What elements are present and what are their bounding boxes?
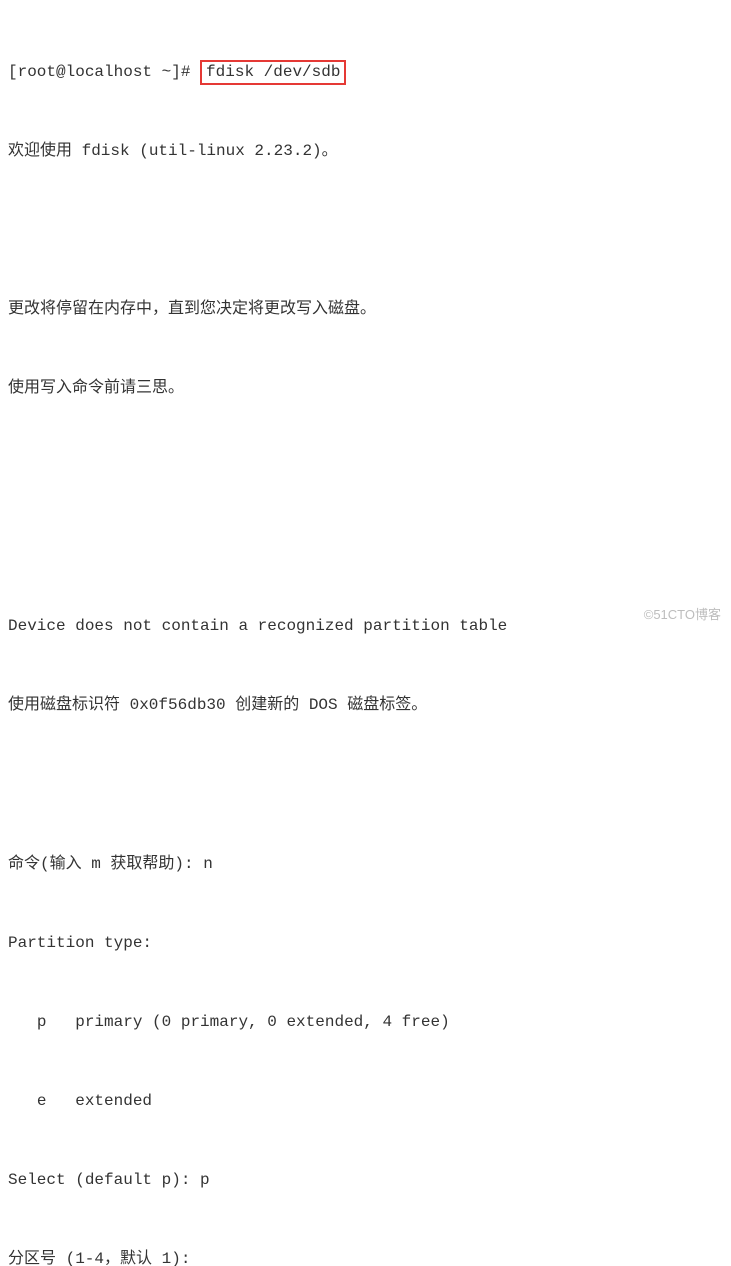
shell-prompt: [root@localhost ~]#: [8, 63, 200, 81]
output-line: p primary (0 primary, 0 extended, 4 free…: [8, 1009, 723, 1035]
select-prompt: Select (default p):: [8, 1171, 200, 1189]
fdisk-command-highlight: fdisk /dev/sdb: [200, 60, 346, 85]
output-line: 使用写入命令前请三思。: [8, 375, 723, 401]
cmd-prompt: 命令(输入 m 获取帮助):: [8, 855, 203, 873]
blank-line: [8, 534, 723, 560]
blank-line: [8, 455, 723, 481]
cmd-prompt-line: 命令(输入 m 获取帮助): n: [8, 851, 723, 877]
blank-line: [8, 771, 723, 797]
output-line: Device does not contain a recognized par…: [8, 613, 723, 639]
blank-line: [8, 217, 723, 243]
watermark-label: ©51CTO博客: [644, 604, 721, 625]
output-line: 更改将停留在内存中，直到您决定将更改写入磁盘。: [8, 296, 723, 322]
terminal-output: [root@localhost ~]# fdisk /dev/sdb 欢迎使用 …: [8, 6, 723, 1266]
select-line: Select (default p): p: [8, 1167, 723, 1193]
prompt-line: [root@localhost ~]# fdisk /dev/sdb: [8, 59, 723, 85]
output-line: e extended: [8, 1088, 723, 1114]
select-input-p[interactable]: p: [200, 1171, 210, 1189]
output-line: 欢迎使用 fdisk (util-linux 2.23.2)。: [8, 138, 723, 164]
output-line: Partition type:: [8, 930, 723, 956]
output-line: 分区号 (1-4，默认 1):: [8, 1246, 723, 1266]
cmd-input-n[interactable]: n: [203, 855, 213, 873]
output-line: 使用磁盘标识符 0x0f56db30 创建新的 DOS 磁盘标签。: [8, 692, 723, 718]
